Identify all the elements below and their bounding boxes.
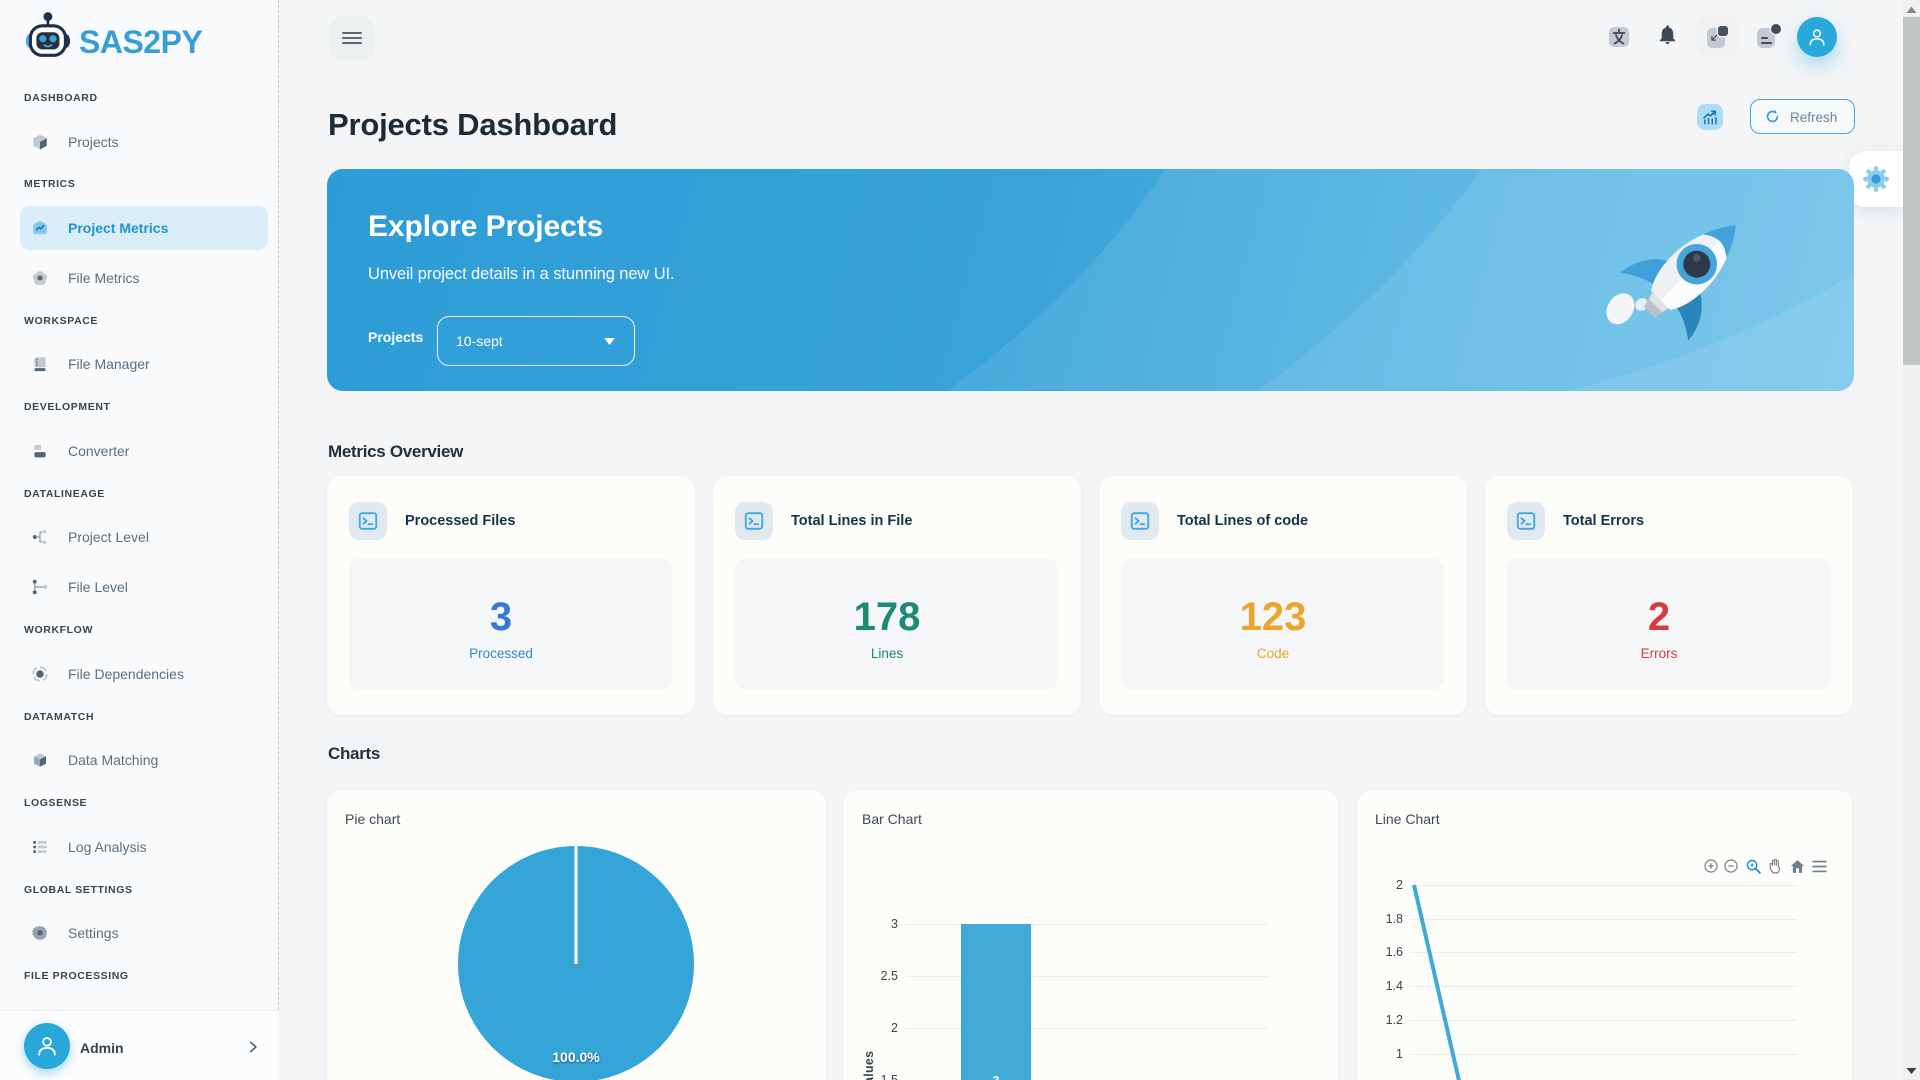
svg-text:100.0%: 100.0% bbox=[552, 1049, 600, 1065]
